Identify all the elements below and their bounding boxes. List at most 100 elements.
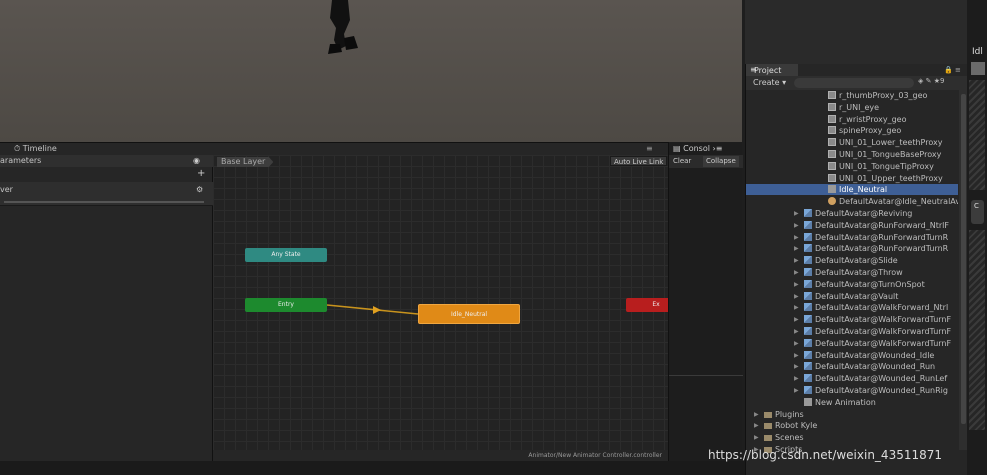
animator-graph[interactable]: Base Layer Auto Live Link Any State Entr…	[213, 155, 668, 461]
scene-viewport[interactable]	[0, 0, 742, 142]
list-item[interactable]: DefaultAvatar@Idle_NeutralAva	[746, 196, 958, 207]
mesh-icon	[828, 138, 836, 147]
list-item[interactable]: ▶ DefaultAvatar@Throw	[746, 267, 958, 278]
list-item-label: DefaultAvatar@WalkForwardTurnF	[815, 338, 952, 348]
list-item[interactable]: Idle_Neutral	[746, 184, 958, 196]
list-item[interactable]: r_wristProxy_geo	[746, 114, 958, 125]
mesh-icon	[828, 161, 836, 170]
add-parameter-button[interactable]: +	[197, 168, 205, 179]
list-item[interactable]: ▶ DefaultAvatar@RunForwardTurnR	[746, 232, 958, 243]
state-any-state[interactable]: Any State	[245, 248, 327, 262]
list-item[interactable]: ▶ DefaultAvatar@Wounded_Idle	[746, 350, 958, 361]
mesh-icon	[828, 91, 836, 99]
chevron-right-icon[interactable]: ▶	[794, 338, 799, 349]
play-icon[interactable]	[971, 62, 985, 75]
list-item-label: r_wristProxy_geo	[839, 114, 907, 124]
project-menu-icon[interactable]: 🔒 ≡	[944, 66, 961, 74]
chevron-right-icon[interactable]: ▶	[794, 326, 799, 337]
console-toolbar: Clear Collapse	[669, 155, 743, 168]
list-item-label: Plugins	[775, 409, 804, 419]
list-item-label: UNI_01_TongueBaseProxy	[839, 150, 942, 159]
list-item[interactable]: ▶ DefaultAvatar@WalkForwardTurnF	[746, 326, 958, 337]
model-icon	[804, 209, 812, 217]
chevron-right-icon[interactable]: ▶	[754, 409, 759, 420]
eye-icon[interactable]: ◉	[193, 156, 200, 165]
model-icon	[804, 244, 812, 253]
list-item[interactable]: ▶ DefaultAvatar@Vault	[746, 291, 958, 302]
list-item[interactable]: New Animation	[746, 397, 958, 408]
chevron-right-icon[interactable]: ▶	[794, 255, 799, 266]
chevron-right-icon[interactable]: ▶	[794, 232, 799, 243]
animator-menu-icon[interactable]: ≡	[646, 144, 653, 153]
console-divider	[669, 375, 743, 376]
layer-weight-bar[interactable]	[4, 201, 204, 203]
list-item[interactable]: ▶ DefaultAvatar@Wounded_Run	[746, 361, 958, 372]
clear-button[interactable]: Clear	[673, 157, 691, 165]
list-item[interactable]: r_thumbProxy_03_geo	[746, 90, 958, 101]
list-item-label: UNI_01_Upper_teethProxy	[839, 173, 943, 183]
parameters-header[interactable]: arameters	[0, 155, 213, 167]
chevron-right-icon[interactable]: ▶	[754, 432, 759, 443]
parameters-tab[interactable]: arameters	[0, 156, 41, 165]
filter-icons[interactable]: ◈ ✎ ★9	[918, 77, 944, 85]
list-item-label: DefaultAvatar@Wounded_Idle	[815, 350, 935, 360]
chevron-right-icon[interactable]: ▶	[794, 279, 799, 290]
list-item[interactable]: ▶ Robot Kyle	[746, 420, 958, 431]
list-item[interactable]: ▶ DefaultAvatar@WalkForwardTurnF	[746, 314, 958, 325]
list-item[interactable]: ▶ Scenes	[746, 432, 958, 443]
project-panel: ≡ Project 🔒 ≡ Create ▾ ◈ ✎ ★9 r_thumbPro…	[745, 64, 968, 475]
chevron-right-icon[interactable]: ▶	[794, 361, 799, 372]
list-item-label: UNI_01_Lower_teethProxy	[839, 138, 943, 148]
list-item-label: Robot Kyle	[775, 421, 818, 431]
list-item[interactable]: ▶ DefaultAvatar@WalkForward_Ntrl	[746, 302, 958, 313]
pill-button[interactable]: C	[971, 200, 984, 224]
list-item[interactable]: ▶ DefaultAvatar@Wounded_RunLef	[746, 373, 958, 384]
list-item[interactable]: UNI_01_Lower_teethProxy	[746, 137, 958, 148]
collapse-button[interactable]: Collapse	[703, 156, 739, 167]
list-item[interactable]: ▶ DefaultAvatar@Reviving	[746, 208, 958, 219]
list-item[interactable]: UNI_01_TongueTipProxy	[746, 161, 958, 172]
list-item-label: DefaultAvatar@Vault	[815, 291, 899, 301]
list-item-label: DefaultAvatar@Throw	[815, 268, 903, 277]
list-item[interactable]: UNI_01_Upper_teethProxy	[746, 173, 958, 184]
chevron-right-icon[interactable]: ▶	[794, 373, 799, 384]
gear-icon[interactable]: ⚙	[196, 185, 203, 194]
tab-project[interactable]: ≡ Project	[746, 64, 798, 76]
model-icon	[804, 268, 812, 276]
list-item[interactable]: ▶ DefaultAvatar@WalkForwardTurnF	[746, 338, 958, 349]
console-panel: ▤ Consol ›≡ Clear Collapse	[668, 142, 743, 461]
chevron-right-icon[interactable]: ▶	[794, 314, 799, 325]
chevron-right-icon[interactable]: ▶	[794, 302, 799, 313]
list-item[interactable]: r_UNI_eye	[746, 102, 958, 113]
list-item[interactable]: ▶ DefaultAvatar@TurnOnSpot	[746, 279, 958, 290]
create-button[interactable]: Create ▾	[753, 78, 786, 87]
state-idle-neutral[interactable]: Idle_Neutral	[418, 304, 520, 324]
list-item[interactable]: ▶ Plugins	[746, 409, 958, 420]
list-item[interactable]: UNI_01_TongueBaseProxy	[746, 149, 958, 160]
list-item-label: DefaultAvatar@RunForwardTurnR	[815, 232, 949, 242]
list-item[interactable]: ▶ DefaultAvatar@RunForwardTurnR	[746, 243, 958, 254]
mesh-icon	[828, 173, 836, 182]
list-item-label: DefaultAvatar@Wounded_Run	[815, 362, 936, 372]
chevron-right-icon[interactable]: ▶	[794, 267, 799, 278]
scrollbar-thumb[interactable]	[961, 94, 966, 424]
chevron-right-icon[interactable]: ▶	[794, 350, 799, 361]
list-item-label: r_thumbProxy_03_geo	[839, 91, 928, 100]
chevron-right-icon[interactable]: ▶	[794, 208, 799, 219]
list-item-label: r_UNI_eye	[839, 102, 880, 112]
chevron-right-icon[interactable]: ▶	[794, 385, 799, 396]
chevron-right-icon[interactable]: ▶	[794, 220, 799, 231]
state-entry[interactable]: Entry	[245, 298, 327, 312]
tab-timeline[interactable]: ⏱ Timeline	[14, 144, 57, 154]
chevron-right-icon[interactable]: ▶	[794, 243, 799, 254]
list-item-label: spineProxy_geo	[839, 126, 902, 136]
state-exit[interactable]: Ex	[626, 298, 668, 312]
list-item[interactable]: ▶ DefaultAvatar@RunForward_NtrlF	[746, 220, 958, 231]
chevron-right-icon[interactable]: ▶	[754, 420, 759, 431]
search-input[interactable]	[794, 78, 914, 88]
list-item[interactable]: ▶ DefaultAvatar@Slide	[746, 255, 958, 266]
tab-console[interactable]: ▤ Consol ›≡	[673, 144, 722, 153]
list-item[interactable]: spineProxy_geo	[746, 125, 958, 136]
list-item[interactable]: ▶ DefaultAvatar@Wounded_RunRig	[746, 385, 958, 396]
chevron-right-icon[interactable]: ▶	[794, 291, 799, 302]
